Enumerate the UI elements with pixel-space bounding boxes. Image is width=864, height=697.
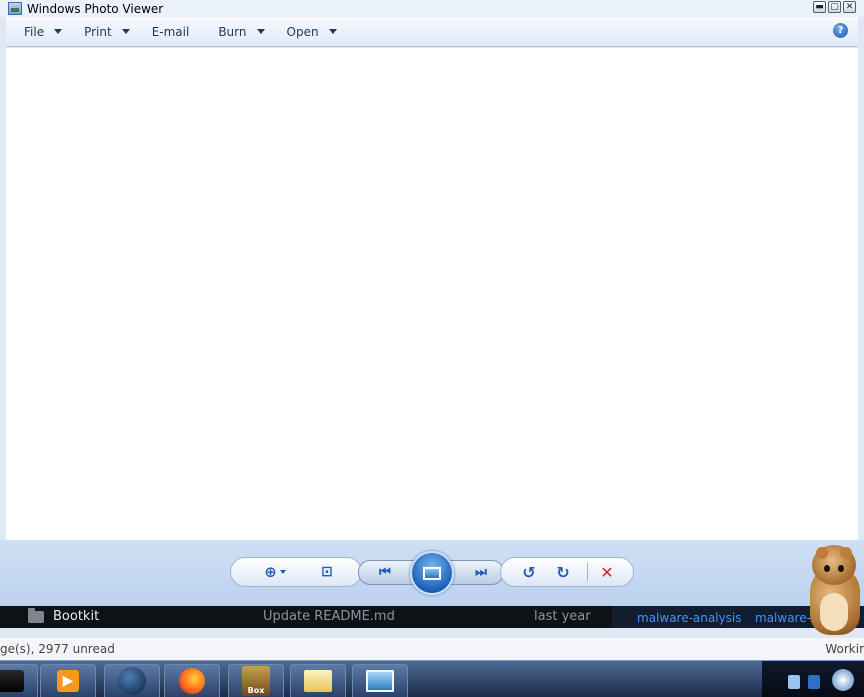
rotate-clockwise-button[interactable]: ↻ xyxy=(552,562,574,582)
sandboxie-icon: Box xyxy=(242,666,270,696)
commit-message-link[interactable]: Update README.md xyxy=(263,609,395,624)
taskbar: ▶ Box xyxy=(0,660,864,697)
menu-print-label: Print xyxy=(84,24,112,39)
folder-icon xyxy=(304,670,332,692)
hamster-belly xyxy=(820,593,848,631)
taskbar-item-photo-viewer[interactable] xyxy=(352,664,408,697)
view-controls-group xyxy=(230,557,362,587)
shield-icon[interactable] xyxy=(788,675,800,689)
menu-open[interactable]: Open xyxy=(287,25,337,39)
chevron-down-icon xyxy=(256,29,265,34)
previous-button[interactable]: ⏮ xyxy=(372,562,398,582)
zoom-button[interactable]: ⊕ xyxy=(258,561,292,583)
taskbar-item-media-player[interactable]: ▶ xyxy=(40,664,96,697)
repo-name-link[interactable]: Bootkit xyxy=(53,609,99,624)
window-title: Windows Photo Viewer xyxy=(27,1,164,16)
menu-file-label: File xyxy=(24,24,45,39)
hamster-eye xyxy=(838,565,844,572)
topic-link[interactable]: malware-analysis xyxy=(637,611,742,625)
globe-icon xyxy=(118,667,146,695)
next-icon: ⏭ xyxy=(475,564,487,580)
unread-count: ge(s), 2977 unread xyxy=(0,642,115,656)
printer-icon xyxy=(0,670,24,692)
chevron-down-icon xyxy=(279,570,286,574)
menu-email-label: E-mail xyxy=(151,24,190,39)
system-tray xyxy=(762,661,864,697)
rotate-counterclockwise-button[interactable]: ↺ xyxy=(518,562,540,582)
fit-window-icon: ⊡ xyxy=(321,564,333,580)
status-bar: ge(s), 2977 unread Workir xyxy=(0,638,864,660)
image-canvas xyxy=(6,48,858,540)
divider xyxy=(587,563,588,581)
maximize-button[interactable]: ▢ xyxy=(828,1,841,13)
media-player-icon: ▶ xyxy=(57,670,79,692)
photo-viewer-icon xyxy=(366,670,394,692)
menu-burn[interactable]: Burn xyxy=(218,24,265,39)
photo-viewer-app-icon xyxy=(8,2,22,15)
help-icon[interactable]: ? xyxy=(833,23,848,38)
taskbar-item-firefox[interactable] xyxy=(164,664,220,697)
menu-print[interactable]: Print xyxy=(84,25,130,39)
taskbar-item-printer[interactable] xyxy=(0,664,38,697)
delete-button[interactable]: ✕ xyxy=(596,561,618,583)
menu-open-label: Open xyxy=(286,24,319,39)
menu-bar: File Print E-mail Burn Open ? xyxy=(6,17,858,47)
hamster-ear xyxy=(840,547,852,559)
firefox-icon xyxy=(179,668,205,694)
hamster-eye xyxy=(824,565,830,572)
rotate-ccw-icon: ↺ xyxy=(522,562,536,582)
slideshow-button[interactable] xyxy=(410,551,454,595)
repo-row: Bootkit Update README.md last year malwa… xyxy=(0,606,864,628)
chevron-down-icon xyxy=(121,29,130,34)
hamster-head xyxy=(812,545,856,585)
title-bar: Windows Photo Viewer ▬ ▢ ✕ xyxy=(0,0,864,17)
taskbar-item-sandboxie[interactable]: Box xyxy=(228,664,284,697)
network-icon[interactable] xyxy=(808,675,820,689)
previous-icon: ⏮ xyxy=(379,564,391,580)
delete-icon: ✕ xyxy=(600,562,614,582)
taskbar-item-folder[interactable] xyxy=(290,664,346,697)
hamster-mascot-image xyxy=(800,541,864,641)
menu-file[interactable]: File xyxy=(24,24,63,39)
slideshow-icon xyxy=(423,566,441,580)
close-button[interactable]: ✕ xyxy=(843,1,856,13)
hamster-ear xyxy=(816,547,828,559)
commit-age: last year xyxy=(534,609,591,624)
folder-icon xyxy=(28,608,44,623)
zoom-icon: ⊕ xyxy=(264,563,277,581)
window-controls: ▬ ▢ ✕ xyxy=(813,1,856,13)
menu-email[interactable]: E-mail xyxy=(152,25,190,39)
working-status: Workir xyxy=(825,642,864,656)
chevron-down-icon xyxy=(328,29,337,34)
actual-size-button[interactable]: ⊡ xyxy=(314,561,340,583)
menu-burn-label: Burn xyxy=(218,24,247,39)
minimize-button[interactable]: ▬ xyxy=(813,1,826,13)
chevron-down-icon xyxy=(54,29,63,34)
rotate-cw-icon: ↻ xyxy=(556,562,570,582)
next-button[interactable]: ⏭ xyxy=(468,562,494,582)
taskbar-item-globe[interactable] xyxy=(104,664,160,697)
start-orb-icon[interactable] xyxy=(832,669,854,691)
